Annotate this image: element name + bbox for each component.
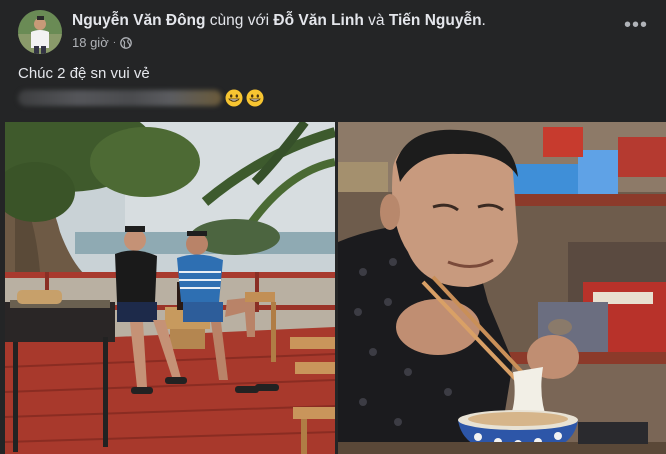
post-caption: Chúc 2 đệ sn vui vẻ [18,65,150,82]
man-eating-image [338,122,666,454]
facebook-post: Nguyễn Văn Đông cùng với Đỗ Văn Linh và … [0,0,666,454]
post-author-line: Nguyễn Văn Đông cùng với Đỗ Văn Linh và … [72,11,486,31]
tagged-friend-2-link[interactable]: Tiến Nguyễn [389,12,482,29]
more-options-icon[interactable]: ••• [622,15,650,38]
post-header: Nguyễn Văn Đông cùng với Đỗ Văn Linh và … [18,8,652,56]
author-avatar[interactable] [18,10,62,54]
blurred-text [18,90,222,106]
post-meta: 18 giờ · [72,35,132,50]
globe-icon[interactable] [120,36,132,49]
tagged-friend-1-link[interactable]: Đỗ Văn Linh [273,12,363,29]
and-text: và [368,12,385,29]
grinning-face-icon [225,89,243,107]
author-name-link[interactable]: Nguyễn Văn Đông [72,12,205,29]
photo-beach-deck[interactable] [5,122,335,454]
beach-deck-image [5,122,335,454]
period-text: . [481,12,486,29]
blurred-mentions-line [18,88,264,108]
with-text: cùng với [209,12,270,29]
avatar-image [18,10,62,54]
photo-man-eating-noodles[interactable] [338,122,666,454]
grinning-face-icon [246,89,264,107]
post-timestamp-link[interactable]: 18 giờ [72,35,109,50]
meta-separator: · [112,37,117,48]
